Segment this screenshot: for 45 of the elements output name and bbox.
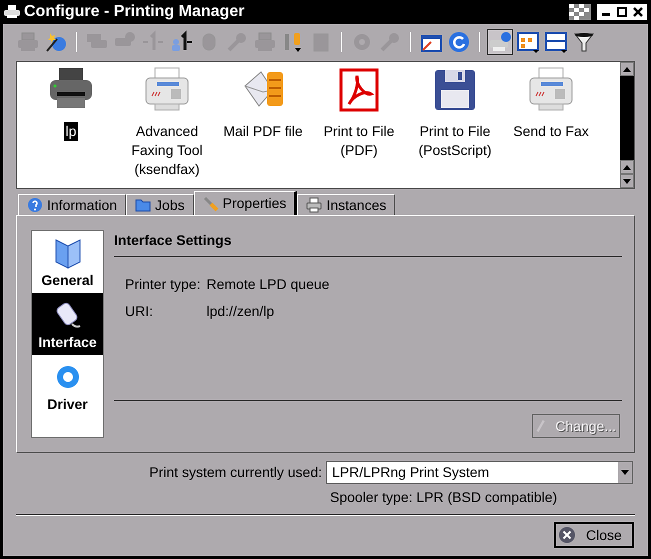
printer-icon <box>306 197 322 213</box>
printer-item[interactable]: Mail PDF file <box>223 122 303 141</box>
up-arrow-icon[interactable] <box>623 164 631 170</box>
close-icon <box>558 526 576 544</box>
up-arrow-icon[interactable] <box>623 66 631 72</box>
tab[interactable]: Properties <box>194 191 298 215</box>
checker-icon <box>569 4 591 20</box>
field-label: Printer type: <box>125 275 200 294</box>
tab[interactable]: Jobs <box>126 194 194 215</box>
toolbar-button[interactable] <box>515 29 541 55</box>
printer-icon <box>253 30 277 54</box>
printer-help-icon <box>488 30 512 54</box>
filter-icon <box>572 30 596 54</box>
printer-item[interactable]: Print to File (PDF) <box>311 122 407 160</box>
field-value: Remote LPD queue <box>206 275 330 294</box>
section-item[interactable]: Interface <box>32 293 103 355</box>
help-icon <box>27 197 43 213</box>
printer-item[interactable]: Send to Fax <box>513 122 589 141</box>
scrollbar[interactable] <box>620 62 634 188</box>
icon-view-icon <box>516 30 540 54</box>
list-view-icon <box>544 30 568 54</box>
field-value: lpd://zen/lp <box>206 302 276 321</box>
printer-item[interactable]: lp <box>64 122 78 141</box>
printer-icon <box>4 5 20 19</box>
printer-item[interactable]: Advanced Faxing Tool (ksendfax) <box>119 122 215 179</box>
refresh-icon <box>447 30 471 54</box>
close-icon[interactable] <box>633 7 643 17</box>
panel-heading: Interface Settings <box>114 230 622 257</box>
down-arrow-icon[interactable] <box>623 178 631 184</box>
print-system-label: Print system currently used: <box>149 463 322 482</box>
close-button[interactable]: Close <box>554 522 634 548</box>
toolbar-button[interactable] <box>543 29 569 55</box>
tab[interactable]: Information <box>18 194 126 215</box>
window-title: Configure - Printing Manager <box>24 2 244 22</box>
folder-icon <box>135 197 152 213</box>
user-digit-icon <box>169 30 193 54</box>
print-system-dropdown[interactable]: LPR/LPRng Print System <box>326 461 633 484</box>
toolbar-button[interactable] <box>487 29 513 55</box>
field-label: URI: <box>125 302 154 321</box>
dropdown-arrow-icon[interactable] <box>621 470 629 475</box>
spooler-type-text: Spooler type: LPR (BSD compatible) <box>330 488 558 507</box>
printer-item[interactable]: Print to File (PostScript) <box>407 122 503 160</box>
tab[interactable]: Instances <box>297 194 396 215</box>
maximize-icon[interactable] <box>617 7 627 17</box>
printer-icon <box>16 30 40 54</box>
